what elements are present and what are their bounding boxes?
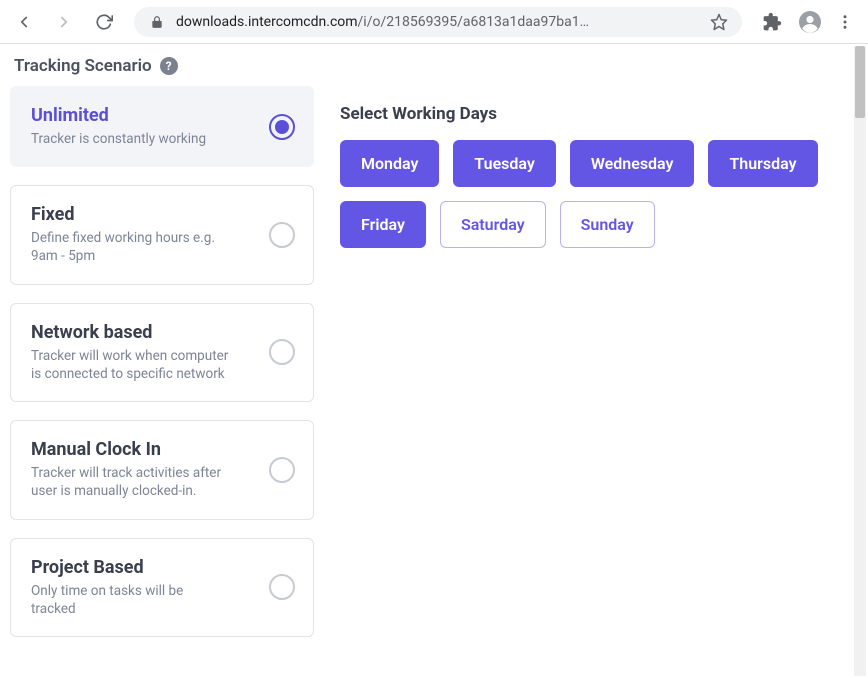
radio-indicator[interactable] — [269, 339, 295, 365]
option-title: Network based — [31, 322, 257, 343]
option-desc: Tracker will work when computer is conne… — [31, 347, 231, 383]
day-chip-tuesday[interactable]: Tuesday — [453, 140, 555, 187]
browser-toolbar: downloads.intercomcdn.com/i/o/218569395/… — [0, 0, 868, 44]
scrollbar[interactable] — [854, 46, 866, 676]
option-title: Project Based — [31, 557, 257, 578]
forward-button[interactable] — [48, 6, 80, 38]
extensions-icon[interactable] — [760, 10, 784, 34]
option-desc: Define fixed working hours e.g. 9am - 5p… — [31, 229, 231, 265]
url-path: /i/o/218569395/a6813a1daa97ba1… — [358, 14, 589, 30]
option-title: Unlimited — [31, 105, 257, 126]
radio-indicator[interactable] — [269, 222, 295, 248]
option-title: Fixed — [31, 204, 257, 225]
scenario-option-unlimited[interactable]: Unlimited Tracker is constantly working — [10, 86, 314, 167]
radio-indicator[interactable] — [269, 114, 295, 140]
option-title: Manual Clock In — [31, 439, 257, 460]
day-chip-friday[interactable]: Friday — [340, 201, 426, 248]
url-text: downloads.intercomcdn.com/i/o/218569395/… — [176, 14, 700, 30]
page-viewport: Tracking Scenario ? Unlimited Tracker is … — [0, 44, 868, 678]
lock-icon — [148, 13, 166, 31]
back-button[interactable] — [8, 6, 40, 38]
day-chip-saturday[interactable]: Saturday — [440, 201, 546, 248]
day-chip-thursday[interactable]: Thursday — [708, 140, 817, 187]
radio-indicator[interactable] — [269, 457, 295, 483]
scenario-option-fixed[interactable]: Fixed Define fixed working hours e.g. 9am… — [10, 185, 314, 284]
scrollbar-thumb[interactable] — [855, 46, 865, 118]
working-days-heading: Select Working Days — [340, 104, 858, 124]
working-days-panel: Select Working Days Monday Tuesday Wednesd… — [314, 86, 858, 248]
option-desc: Only time on tasks will be tracked — [31, 582, 231, 618]
kebab-menu-icon[interactable] — [836, 13, 854, 31]
option-desc: Tracker will track activities after user… — [31, 464, 231, 500]
scenario-option-network[interactable]: Network based Tracker will work when comp… — [10, 303, 314, 402]
day-list: Monday Tuesday Wednesday Thursday Friday Satu… — [340, 140, 858, 248]
option-desc: Tracker is constantly working — [31, 130, 231, 148]
section-title: Tracking Scenario — [14, 56, 152, 76]
help-icon[interactable]: ? — [160, 57, 178, 75]
scenario-option-manual[interactable]: Manual Clock In Tracker will track activi… — [10, 420, 314, 519]
radio-indicator[interactable] — [269, 574, 295, 600]
star-icon[interactable] — [710, 13, 728, 31]
address-bar[interactable]: downloads.intercomcdn.com/i/o/218569395/… — [134, 7, 742, 37]
scenario-options: Unlimited Tracker is constantly working Fi… — [10, 86, 314, 655]
day-chip-wednesday[interactable]: Wednesday — [570, 140, 695, 187]
url-host: downloads.intercomcdn.com — [176, 14, 358, 30]
profile-icon[interactable] — [798, 10, 822, 34]
reload-button[interactable] — [88, 6, 120, 38]
day-chip-sunday[interactable]: Sunday — [560, 201, 655, 248]
day-chip-monday[interactable]: Monday — [340, 140, 439, 187]
scenario-option-project[interactable]: Project Based Only time on tasks will be … — [10, 538, 314, 637]
